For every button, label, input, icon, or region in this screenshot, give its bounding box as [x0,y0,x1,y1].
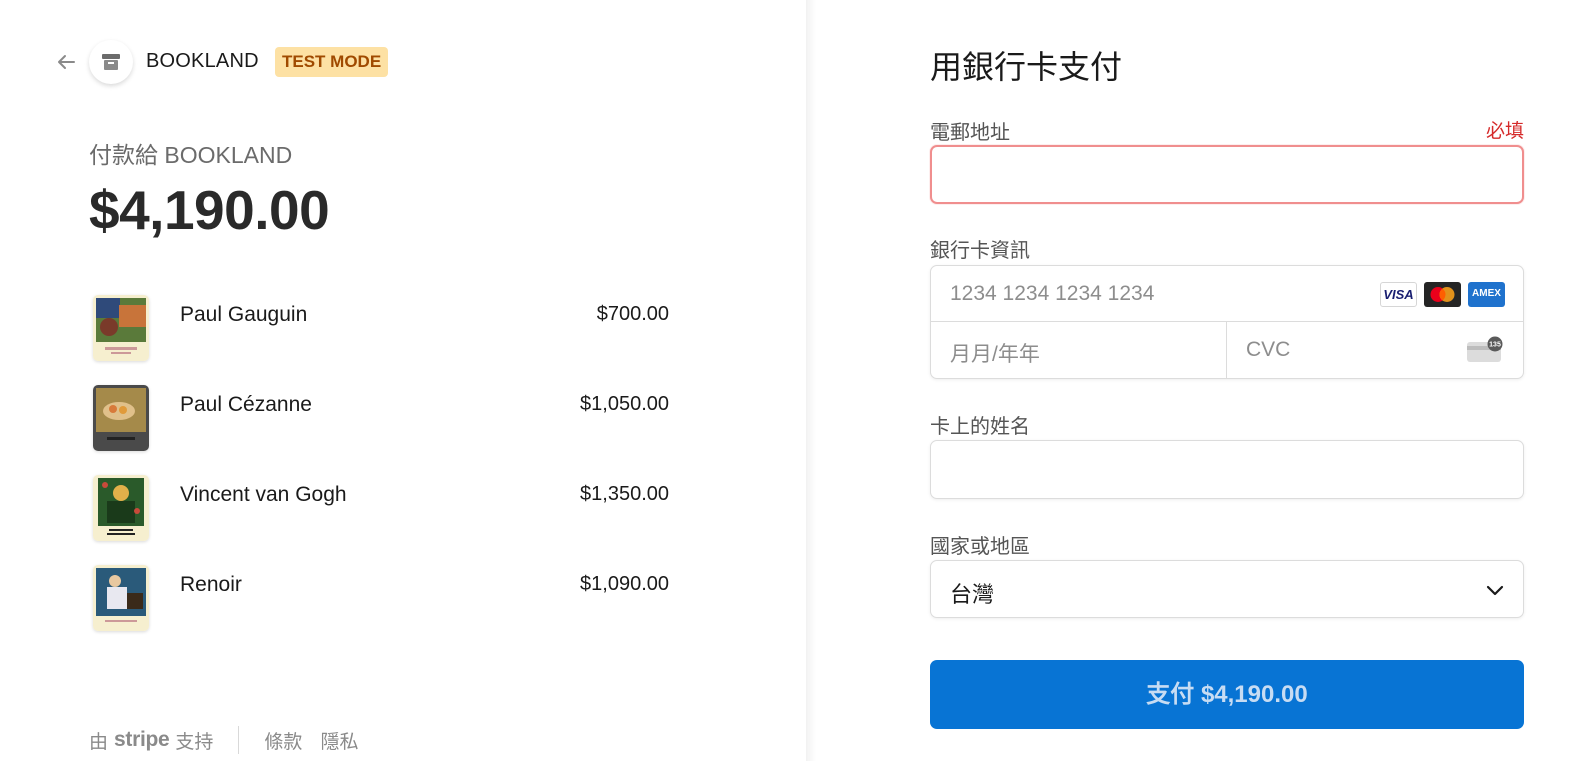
line-items-list: Paul Gauguin $700.00 Paul Cézanne $1,050… [89,292,679,652]
item-price: $1,350.00 [580,483,669,505]
card-info-group: 1234 1234 1234 1234 VISA AMEX 月月/年年 CVC … [930,265,1524,379]
item-name: Vincent van Gogh [180,483,347,506]
privacy-link[interactable]: 隱私 [320,727,358,754]
product-thumbnail-cezanne [93,385,149,451]
item-name: Renoir [180,573,242,596]
line-item: Paul Cézanne $1,050.00 [89,382,679,472]
country-select[interactable]: 台灣 [930,560,1524,618]
pane-divider [806,0,816,761]
card-number-placeholder: 1234 1234 1234 1234 [950,282,1155,305]
cvc-field[interactable]: CVC 135 [1227,322,1523,378]
line-item: Paul Gauguin $700.00 [89,292,679,382]
cvc-hint-number: 135 [1489,342,1501,349]
total-amount: $4,190.00 [89,179,330,241]
item-price: $1,090.00 [580,573,669,595]
pay-to-label: 付款給 BOOKLAND [89,142,293,168]
product-thumbnail-gauguin [93,295,149,361]
pay-button[interactable]: 支付 $4,190.00 [930,660,1524,729]
store-icon [102,54,120,70]
cardholder-name-label: 卡上的姓名 [930,416,1030,438]
expiry-placeholder: 月月/年年 [950,343,1040,366]
test-mode-badge: TEST MODE [275,47,389,77]
email-required-indicator: 必填 [1485,121,1524,142]
product-thumbnail-van-gogh [93,475,149,541]
powered-by-prefix: 由 [89,731,109,753]
line-item: Vincent van Gogh $1,350.00 [89,472,679,562]
mastercard-icon [1424,282,1461,307]
amex-icon: AMEX [1468,282,1505,307]
chevron-down-icon [1486,585,1504,596]
powered-by-suffix: 支持 [175,731,214,753]
cardholder-name-field[interactable] [930,440,1524,499]
expiry-field[interactable]: 月月/年年 [931,322,1227,378]
merchant-logo [89,40,133,84]
back-arrow-icon[interactable] [54,50,78,74]
stripe-logo[interactable]: stripe [114,728,170,752]
terms-link[interactable]: 條款 [264,727,302,754]
item-name: Paul Cézanne [180,393,312,416]
form-title: 用銀行卡支付 [930,49,1123,85]
visa-icon: VISA [1380,282,1417,307]
footer-divider [238,726,240,754]
email-field[interactable] [930,145,1524,204]
item-price: $1,050.00 [580,393,669,415]
country-value: 台灣 [950,582,995,607]
merchant-name: BOOKLAND [146,50,259,72]
item-price: $700.00 [596,303,669,325]
line-item: Renoir $1,090.00 [89,562,679,652]
email-label: 電郵地址 [930,122,1010,144]
product-thumbnail-renoir [93,565,149,631]
card-info-label: 銀行卡資訊 [930,240,1030,262]
card-number-field[interactable]: 1234 1234 1234 1234 VISA AMEX [931,266,1523,322]
item-name: Paul Gauguin [180,303,308,326]
country-label: 國家或地區 [930,536,1030,558]
cvc-placeholder: CVC [1246,338,1291,361]
cvc-card-icon: 135 [1467,336,1503,362]
order-summary-pane: BOOKLAND TEST MODE 付款給 BOOKLAND $4,190.0… [0,0,806,761]
footer: 由 stripe 支持 條款 隱私 [89,726,376,754]
